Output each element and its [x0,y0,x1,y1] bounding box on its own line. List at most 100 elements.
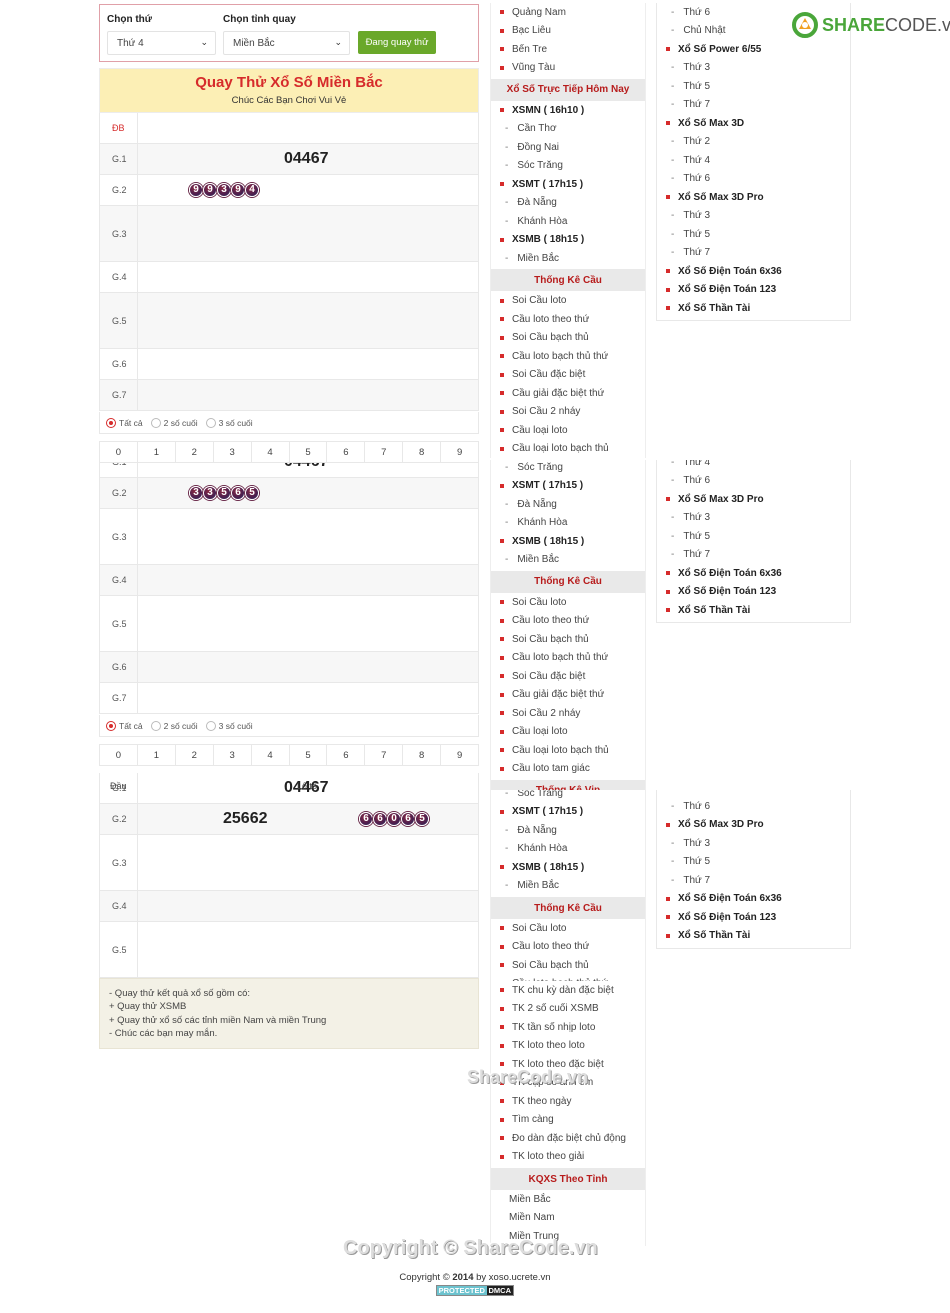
filter-option[interactable]: 2 số cuối [150,720,198,731]
sidebar-link[interactable]: Cầu giải đặc biệt thứ [491,685,645,704]
filter-option[interactable]: 3 số cuối [205,417,253,428]
sidebar-link[interactable]: Soi Cầu đặc biệt [491,365,645,384]
sidebar-right-link[interactable]: Xổ Số Power 6/55 [657,40,850,59]
dmca-badge[interactable]: PROTECTED DMCA [436,1285,514,1296]
sidebar-link[interactable]: Đà Nẵng [491,821,645,840]
sidebar-link[interactable]: Soi Cầu loto [491,291,645,310]
radio-button[interactable] [150,417,161,428]
sidebar-right-link[interactable]: Thứ 2 [657,132,850,151]
sidebar-link[interactable]: Cầu loại loto [491,421,645,440]
sidebar-link[interactable]: Miền Bắc [491,550,645,569]
sidebar-right-link[interactable]: Xổ Số Điện Toán 6x36 [657,890,850,909]
sidebar-right-link[interactable]: Thứ 3 [657,206,850,225]
sidebar-link[interactable]: Cầu loto theo thứ [491,938,645,957]
sidebar-link[interactable]: Cầu loto tam giác [491,759,645,778]
sidebar-link[interactable]: Miền Bắc [491,249,645,268]
sidebar-right-link[interactable]: Xổ Số Điện Toán 123 [657,280,850,299]
sidebar-link[interactable]: TK chu kỳ dàn đặc biệt [491,981,645,1000]
sidebar-right-link[interactable]: Thứ 5 [657,853,850,872]
sidebar-link[interactable]: Khánh Hòa [491,513,645,532]
sidebar-link[interactable]: TK theo ngày [491,1092,645,1111]
sidebar-right-link[interactable]: Thứ 7 [657,545,850,564]
sidebar-right-link[interactable]: Thứ 6 [657,471,850,490]
sidebar-link[interactable]: XSMB ( 18h15 ) [491,532,645,551]
sidebar-link[interactable]: Sóc Trăng [491,156,645,175]
sidebar-right-link[interactable]: Xổ Số Điện Toán 123 [657,582,850,601]
day-select[interactable]: Thứ 4 ⌄ [107,31,216,55]
sidebar-link[interactable]: Tìm càng [491,1111,645,1130]
sidebar-link[interactable]: Cầu loại loto bạch thủ [491,741,645,760]
sidebar-right-link[interactable]: Thứ 5 [657,225,850,244]
sidebar-link[interactable]: Miền Bắc [491,877,645,896]
radio-button[interactable] [150,720,161,731]
sidebar-right-link[interactable]: Thứ 6 [657,797,850,816]
sidebar-right-link[interactable]: Xổ Số Thần Tài [657,601,850,620]
sidebar-link[interactable]: Đà Nẵng [491,193,645,212]
sidebar-link[interactable]: TK 2 số cuối XSMB [491,1000,645,1019]
sidebar-right-link[interactable]: Thứ 3 [657,508,850,527]
sidebar-link[interactable]: Soi Cầu đặc biệt [491,667,645,686]
sidebar-link[interactable]: Soi Cầu 2 nháy [491,704,645,723]
sidebar-link[interactable]: Cầu loại loto [491,722,645,741]
radio-button[interactable] [106,417,116,428]
sidebar-link[interactable]: Cầu loto theo thứ [491,611,645,630]
sidebar-link[interactable]: Miền Bắc [491,1190,645,1209]
sidebar-link[interactable]: Soi Cầu 2 nháy [491,402,645,421]
sidebar-link[interactable]: XSMT ( 17h15 ) [491,476,645,495]
sidebar-link[interactable]: TK tần số nhịp loto [491,1018,645,1037]
spin-button[interactable]: Đang quay thử [358,31,436,54]
sidebar-link[interactable]: Khánh Hòa [491,212,645,231]
sidebar-right-link[interactable]: Thứ 3 [657,834,850,853]
radio-button[interactable] [205,720,216,731]
sidebar-right-link[interactable]: Xổ Số Max 3D Pro [657,816,850,835]
sidebar-link[interactable]: Soi Cầu bạch thủ [491,956,645,975]
filter-option[interactable]: Tất cả [106,417,143,428]
sidebar-link[interactable]: Khánh Hòa [491,840,645,859]
sidebar-right-link[interactable]: Thứ 4 [657,460,850,471]
sidebar-link[interactable]: XSMB ( 18h15 ) [491,230,645,249]
sidebar-right-link[interactable]: Xổ Số Điện Toán 6x36 [657,262,850,281]
province-select[interactable]: Miền Bắc ⌄ [223,31,350,55]
sidebar-right-link[interactable]: Thứ 4 [657,151,850,170]
sidebar-link[interactable]: Sóc Trăng [491,460,645,476]
radio-button[interactable] [106,720,116,731]
filter-option[interactable]: 3 số cuối [205,720,253,731]
sidebar-link[interactable]: Soi Cầu loto [491,593,645,612]
sidebar-right-link[interactable]: Xổ Số Điện Toán 6x36 [657,564,850,583]
sidebar-link[interactable]: Cầu loto bạch thủ thứ [491,347,645,366]
sidebar-right-link[interactable]: Xổ Số Max 3D Pro [657,490,850,509]
sidebar-right-link[interactable]: Xổ Số Max 3D [657,114,850,133]
sidebar-link[interactable]: XSMT ( 17h15 ) [491,175,645,194]
sidebar-link[interactable]: Soi Cầu loto [491,919,645,938]
sidebar-right-link[interactable]: Thứ 7 [657,871,850,890]
sidebar-link[interactable]: TK loto theo loto [491,1037,645,1056]
sidebar-right-link[interactable]: Xổ Số Thần Tài [657,299,850,318]
sidebar-link[interactable]: Sóc Trăng [491,790,645,803]
sidebar-link[interactable]: XSMT ( 17h15 ) [491,803,645,822]
sidebar-right-link[interactable]: Thứ 7 [657,95,850,114]
sidebar-right-link[interactable]: Thứ 5 [657,527,850,546]
sidebar-link[interactable]: TK loto theo giải [491,1148,645,1167]
sidebar-link[interactable]: Đồng Nai [491,138,645,157]
sidebar-link[interactable]: Bạc Liêu [491,21,645,40]
filter-option[interactable]: Tất cả [106,720,143,731]
sidebar-link[interactable]: Cầu loto theo thứ [491,310,645,329]
sidebar-link[interactable]: XSMN ( 16h10 ) [491,101,645,120]
sidebar-link[interactable]: Cầu loto bạch thủ thứ [491,648,645,667]
sidebar-right-link[interactable]: Thứ 5 [657,77,850,96]
radio-button[interactable] [205,417,216,428]
sidebar-link[interactable]: Vũng Tàu [491,58,645,77]
sidebar-link[interactable]: Cầu loại loto bạch thủ [491,439,645,458]
sidebar-link[interactable]: Miền Nam [491,1209,645,1228]
sidebar-link[interactable]: Quảng Nam [491,3,645,22]
sidebar-right-link[interactable]: Thứ 4 [657,790,850,797]
sidebar-right-link[interactable]: Xổ Số Max 3D Pro [657,188,850,207]
sidebar-right-link[interactable]: Xổ Số Điện Toán 123 [657,908,850,927]
sidebar-link[interactable]: Cần Thơ [491,119,645,138]
sidebar-link[interactable]: Cầu giải đặc biệt thứ [491,384,645,403]
sidebar-link[interactable]: Bến Tre [491,40,645,59]
filter-option[interactable]: 2 số cuối [150,417,198,428]
sidebar-right-link[interactable]: Thứ 3 [657,58,850,77]
sidebar-link[interactable]: Đà Nẵng [491,495,645,514]
sidebar-link[interactable]: XSMB ( 18h15 ) [491,858,645,877]
